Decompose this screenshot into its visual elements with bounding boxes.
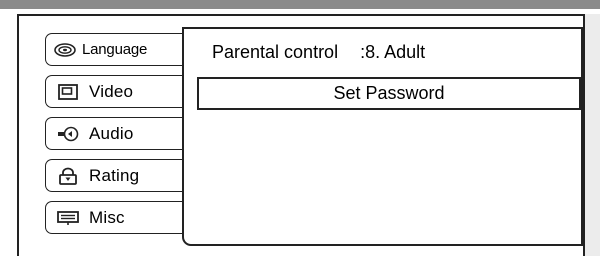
- tab-audio[interactable]: Audio: [45, 117, 183, 150]
- keyboard-icon: [57, 210, 79, 226]
- parental-control-value: :8. Adult: [360, 42, 426, 62]
- tab-rating[interactable]: Rating: [45, 159, 183, 192]
- speaker-icon: [57, 126, 79, 142]
- tab-rating-label: Rating: [89, 165, 140, 185]
- tab-video-label: Video: [89, 81, 134, 101]
- tab-misc[interactable]: Misc: [45, 201, 183, 234]
- frame-top-border: [17, 14, 585, 16]
- lock-icon: [57, 167, 79, 185]
- disc-icon: [54, 42, 76, 58]
- tab-video[interactable]: Video: [45, 75, 183, 108]
- tab-language[interactable]: Language: [45, 33, 183, 66]
- tab-misc-label: Misc: [89, 207, 125, 227]
- screen-icon: [57, 83, 79, 100]
- parental-control-row[interactable]: Parental control :8. Adult: [212, 42, 425, 63]
- frame-left-border: [17, 14, 19, 256]
- parental-control-label: Parental control: [212, 42, 339, 62]
- frame-right-shade: [585, 14, 600, 256]
- top-bar: [0, 0, 600, 9]
- tab-audio-label: Audio: [89, 123, 134, 143]
- tab-language-label: Language: [82, 41, 148, 58]
- set-password-button[interactable]: Set Password: [197, 77, 581, 110]
